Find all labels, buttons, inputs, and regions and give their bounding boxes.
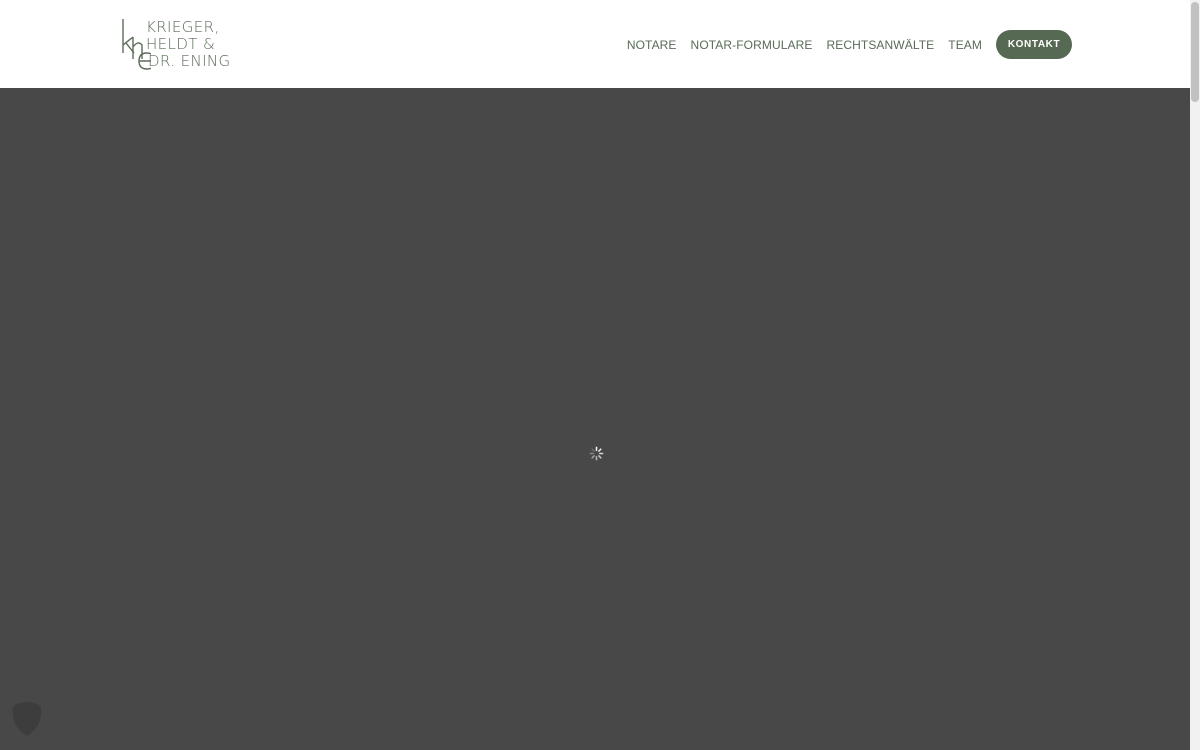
main-nav: NOTARE NOTAR-FORMULARE RECHTSANWÄLTE TEA… bbox=[627, 30, 1072, 59]
loading-spinner-icon bbox=[589, 446, 604, 461]
shield-icon[interactable] bbox=[11, 701, 43, 737]
scrollbar-thumb[interactable] bbox=[1191, 2, 1199, 102]
nav-item-notar-formulare[interactable]: NOTAR-FORMULARE bbox=[691, 38, 813, 52]
logo-line-1: KRIEGER, bbox=[146, 18, 220, 36]
site-header: KRIEGER, HELDT & DR. ENING NOTARE NOTAR-… bbox=[0, 0, 1190, 88]
site-logo[interactable]: KRIEGER, HELDT & DR. ENING bbox=[121, 17, 261, 71]
nav-item-team[interactable]: TEAM bbox=[948, 38, 982, 52]
logo-line-3: DR. ENING bbox=[148, 52, 231, 70]
nav-item-rechtsanwaelte[interactable]: RECHTSANWÄLTE bbox=[827, 38, 935, 52]
nav-item-notare[interactable]: NOTARE bbox=[627, 38, 677, 52]
logo-line-2: HELDT & bbox=[146, 35, 216, 53]
logo-wordmark: KRIEGER, HELDT & DR. ENING bbox=[146, 19, 231, 70]
page-scrollbar[interactable] bbox=[1190, 0, 1200, 750]
hero-section bbox=[0, 88, 1190, 750]
kontakt-button[interactable]: KONTAKT bbox=[996, 30, 1072, 59]
